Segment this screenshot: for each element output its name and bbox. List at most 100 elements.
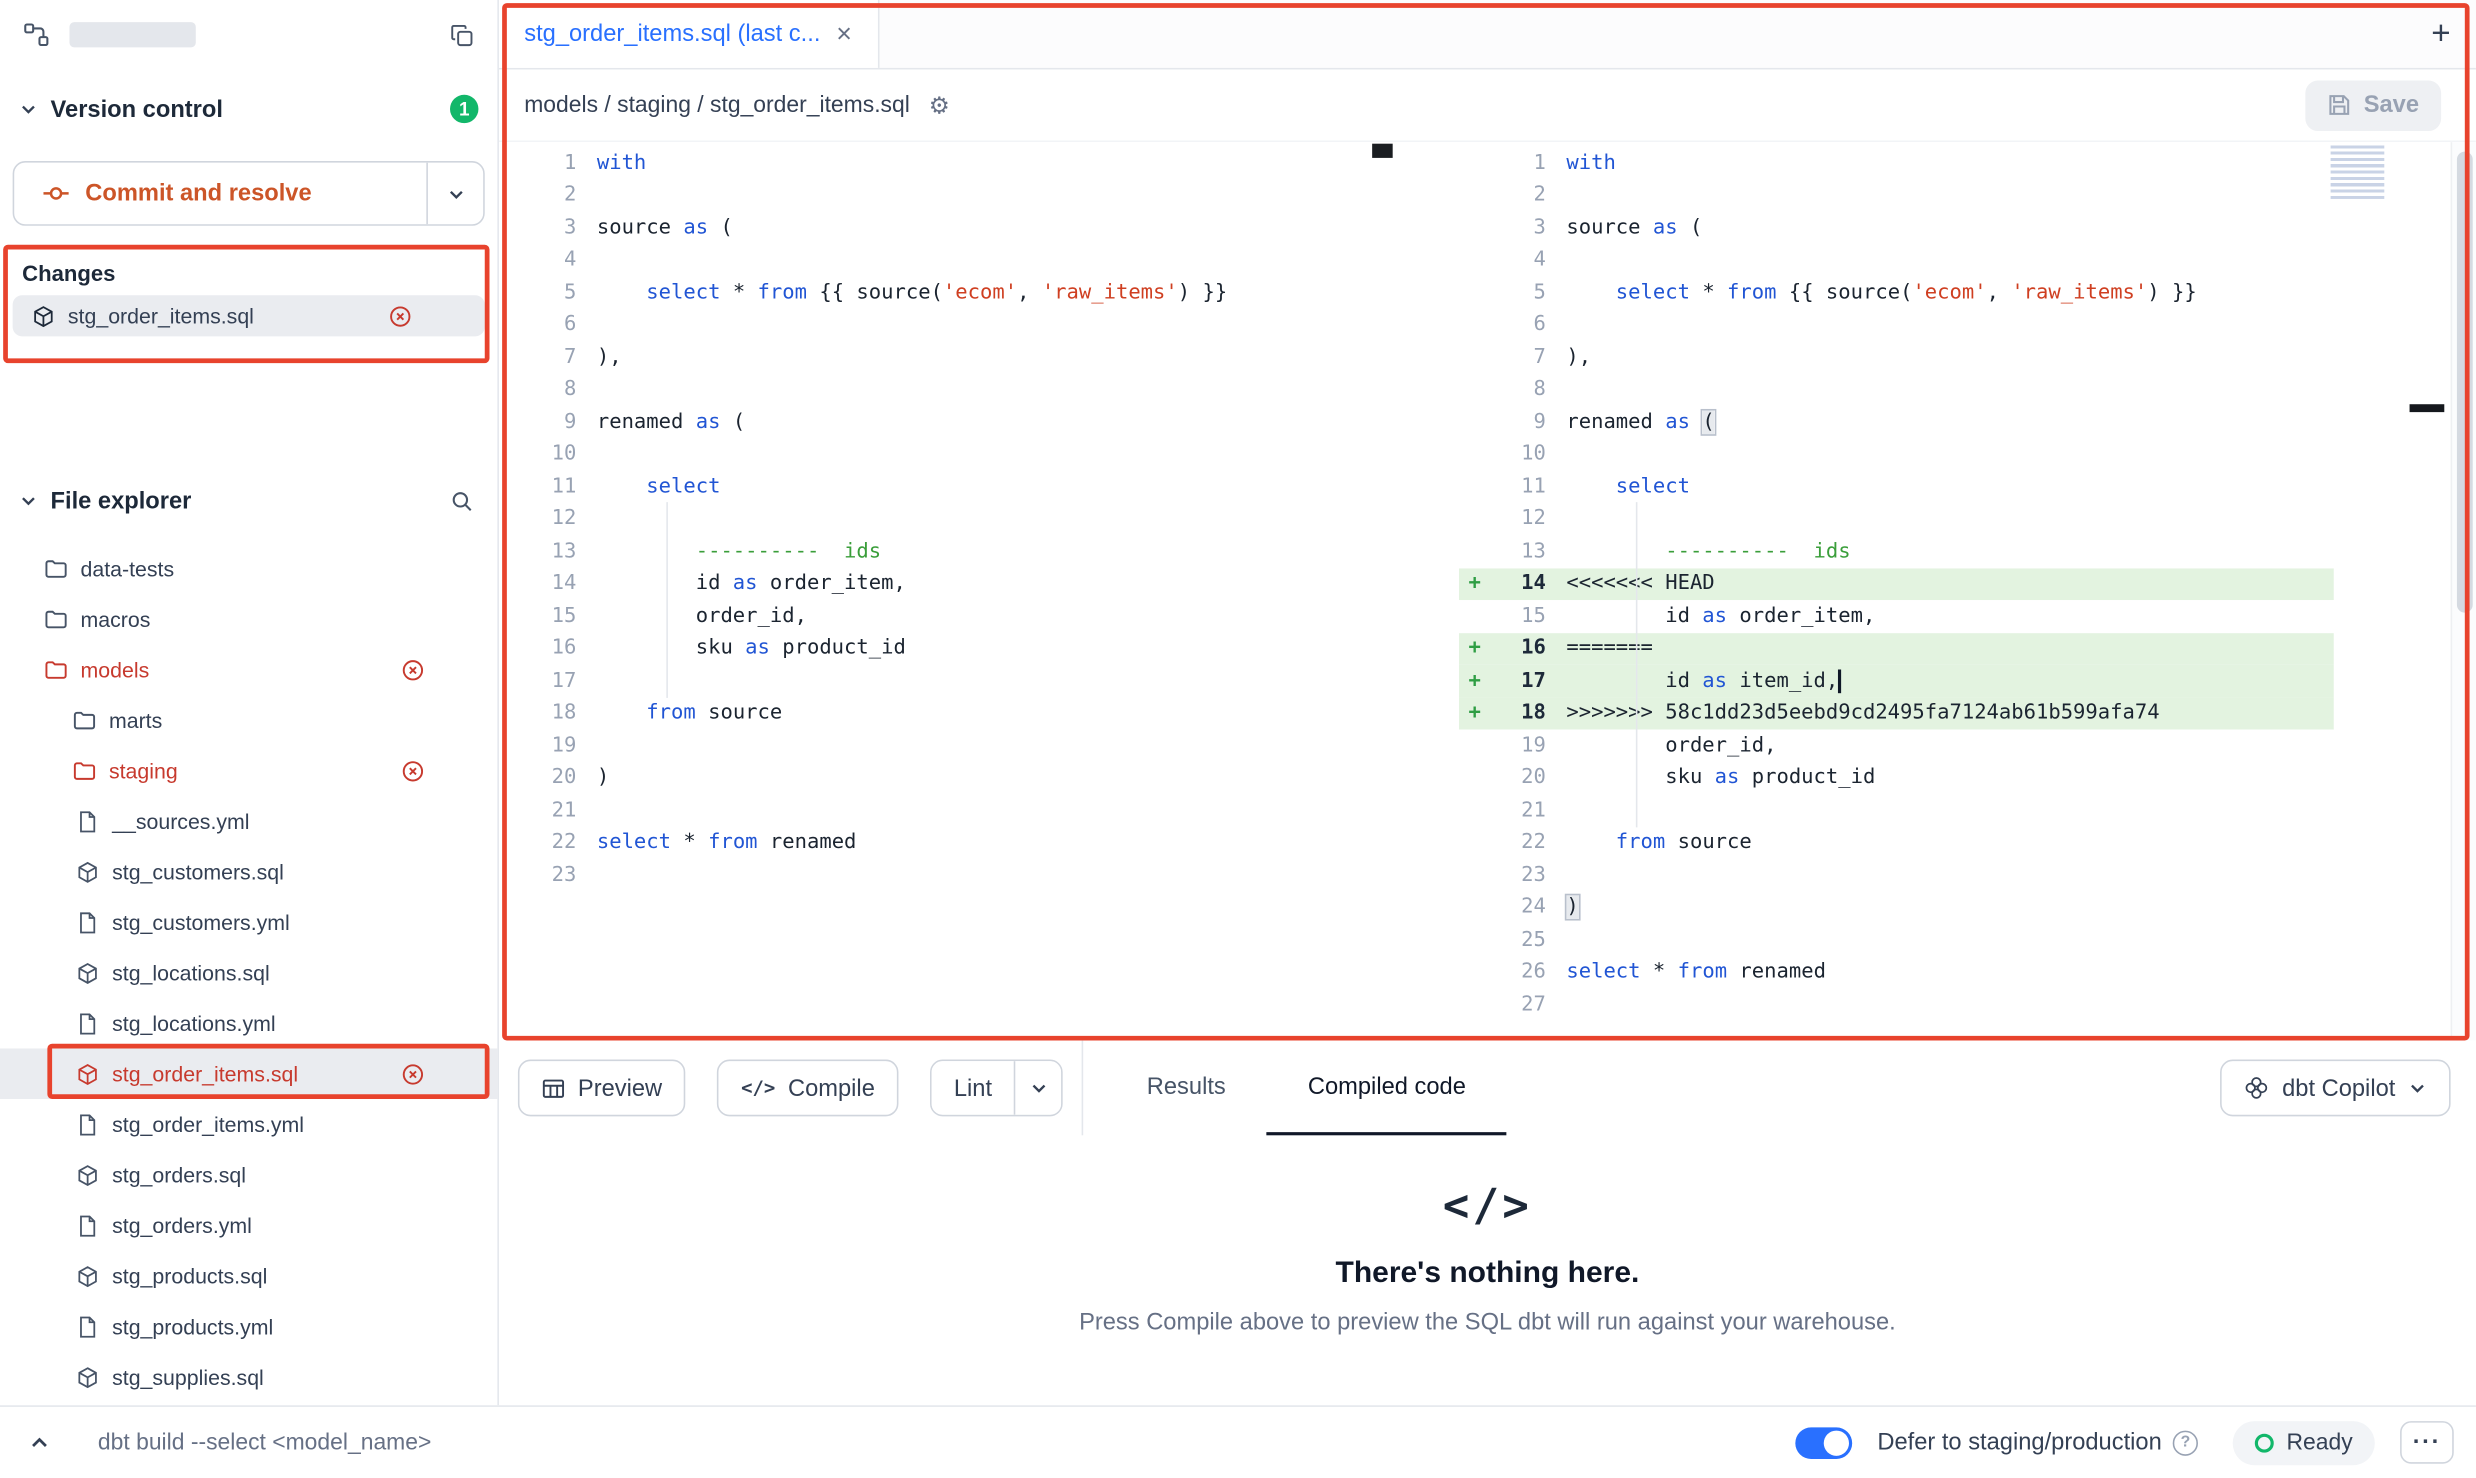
file-explorer-label: File explorer [51, 487, 192, 514]
lint-button[interactable]: Lint [932, 1061, 1014, 1115]
compile-button[interactable]: </> Compile [717, 1060, 898, 1117]
line-number: 15 [521, 604, 597, 628]
tree-item-label: stg_products.yml [112, 1315, 273, 1339]
file-explorer-header[interactable]: File explorer [0, 478, 497, 522]
line-number: 22 [521, 831, 597, 855]
line-number: 3 [1497, 216, 1566, 240]
sidebar: Version control 1 Commit and resolve Cha… [0, 0, 499, 1405]
left-pane-scrollbar-thumb[interactable] [1372, 144, 1393, 158]
code-line-3: 3source as ( [521, 212, 1393, 244]
folder-icon [44, 658, 68, 682]
code-line-17: +17 id as item_id, [1459, 665, 2334, 697]
tree-item-stg_orders.sql[interactable]: stg_orders.sql [0, 1150, 497, 1201]
dbt-copilot-button[interactable]: dbt Copilot [2221, 1060, 2451, 1117]
tree-item-__sources.yml[interactable]: __sources.yml [0, 796, 497, 847]
tree-item-stg_locations.sql[interactable]: stg_locations.sql [0, 947, 497, 998]
line-number: 11 [521, 475, 597, 499]
code-glyph: </> [1443, 1180, 1532, 1232]
code-line-23: 23 [1459, 859, 2334, 891]
ready-status-icon [2255, 1433, 2274, 1452]
line-number: 17 [1497, 669, 1566, 693]
line-number: 24 [1497, 896, 1566, 920]
more-options-button[interactable]: ··· [2400, 1421, 2454, 1464]
result-tabs: ResultsCompiled code [1106, 1041, 1507, 1136]
save-button[interactable]: Save [2305, 80, 2441, 131]
preview-button-label: Preview [578, 1075, 662, 1102]
tree-item-stg_products.sql[interactable]: stg_products.sql [0, 1251, 497, 1302]
changes-item-label: stg_order_items.sql [68, 304, 254, 328]
tab-results[interactable]: Results [1106, 1041, 1267, 1136]
command-input[interactable]: dbt build --select <model_name> [98, 1430, 431, 1455]
code-line-24: 24) [1459, 891, 2334, 923]
document-icon [76, 1112, 100, 1136]
copilot-icon [2244, 1075, 2269, 1100]
path-bar: models / staging / stg_order_items.sql ⚙… [499, 69, 2476, 142]
copy-icon[interactable] [444, 17, 479, 52]
tree-item-macros[interactable]: macros [0, 594, 497, 645]
tree-item-stg_customers.yml[interactable]: stg_customers.yml [0, 897, 497, 948]
folder-icon [73, 708, 97, 732]
editor-scrollbar-thumb[interactable] [2457, 152, 2473, 613]
model-icon [76, 1365, 100, 1389]
line-number: 11 [1497, 475, 1566, 499]
lint-dropdown-button[interactable] [1014, 1061, 1061, 1115]
tree-item-stg_order_items.yml[interactable]: stg_order_items.yml [0, 1099, 497, 1150]
commit-dropdown-button[interactable] [426, 163, 483, 225]
line-number: 25 [1497, 928, 1566, 952]
tree-item-label: stg_orders.yml [112, 1213, 252, 1237]
tree-item-marts[interactable]: marts [0, 695, 497, 746]
changes-item[interactable]: stg_order_items.sql [13, 295, 485, 336]
code-line-10: 10 [1459, 438, 2334, 470]
overview-ruler-mark [2410, 404, 2445, 412]
code-line-17: 17 [521, 665, 1393, 697]
code-lines-left: 1with23source as (45 select * from {{ so… [521, 147, 1393, 891]
code-line-18: 18 from source [521, 697, 1393, 729]
line-number: 13 [521, 540, 597, 564]
changes-list: stg_order_items.sql [13, 295, 485, 336]
minimap[interactable] [2331, 145, 2385, 199]
tree-item-stg_order_items.sql[interactable]: stg_order_items.sql [0, 1048, 497, 1099]
tab-compiled-code[interactable]: Compiled code [1267, 1041, 1507, 1136]
tree-item-models[interactable]: models [0, 644, 497, 695]
line-number: 3 [521, 216, 597, 240]
gear-icon[interactable]: ⚙ [929, 91, 950, 119]
line-number: 13 [1497, 540, 1566, 564]
line-number: 19 [1497, 734, 1566, 758]
divider [1082, 1041, 1084, 1136]
code-line-16: +16======= [1459, 632, 2334, 664]
code-line-7: 7), [1459, 341, 2334, 373]
status-ready-pill[interactable]: Ready [2233, 1420, 2375, 1464]
tree-item-stg_orders.yml[interactable]: stg_orders.yml [0, 1200, 497, 1251]
editor-pane-right[interactable]: 1with23source as (45 select * from {{ so… [1459, 142, 2476, 1040]
line-number: 1 [1497, 151, 1566, 175]
preview-button[interactable]: Preview [518, 1060, 686, 1117]
tree-item-stg_supplies.sql[interactable]: stg_supplies.sql [0, 1352, 497, 1403]
model-icon [76, 961, 100, 985]
line-number: 14 [1497, 572, 1566, 596]
chevron-up-icon[interactable] [22, 1431, 57, 1453]
tab-stg-order-items[interactable]: stg_order_items.sql (last c... × [499, 0, 879, 68]
close-icon[interactable]: × [836, 21, 852, 48]
code-line-15: 15 id as order_item, [1459, 600, 2334, 632]
save-button-label: Save [2364, 92, 2419, 119]
lineage-icon[interactable] [19, 17, 54, 52]
tree-item-stg_customers.sql[interactable]: stg_customers.sql [0, 846, 497, 897]
editor-pane-left[interactable]: 1with23source as (45 select * from {{ so… [499, 142, 1393, 1040]
tree-item-staging[interactable]: staging [0, 745, 497, 796]
commit-and-resolve-button[interactable]: Commit and resolve [14, 163, 426, 225]
tree-item-stg_products.yml[interactable]: stg_products.yml [0, 1301, 497, 1352]
code-line-21: 21 [1459, 794, 2334, 826]
code-line-9: 9renamed as ( [521, 406, 1393, 438]
main-area: stg_order_items.sql (last c... × + model… [499, 0, 2476, 1405]
tree-item-data-tests[interactable]: data-tests [0, 543, 497, 594]
line-number: 2 [1497, 184, 1566, 208]
version-control-header[interactable]: Version control 1 [0, 88, 497, 129]
help-icon[interactable]: ? [2173, 1430, 2198, 1455]
document-icon [76, 1213, 100, 1237]
search-icon[interactable] [444, 483, 479, 518]
code-line-3: 3source as ( [1459, 212, 2334, 244]
defer-toggle[interactable] [1795, 1427, 1852, 1459]
tree-item-stg_locations.yml[interactable]: stg_locations.yml [0, 998, 497, 1049]
add-tab-button[interactable]: + [2431, 17, 2450, 50]
editor-scrollbar[interactable] [2451, 142, 2476, 1040]
